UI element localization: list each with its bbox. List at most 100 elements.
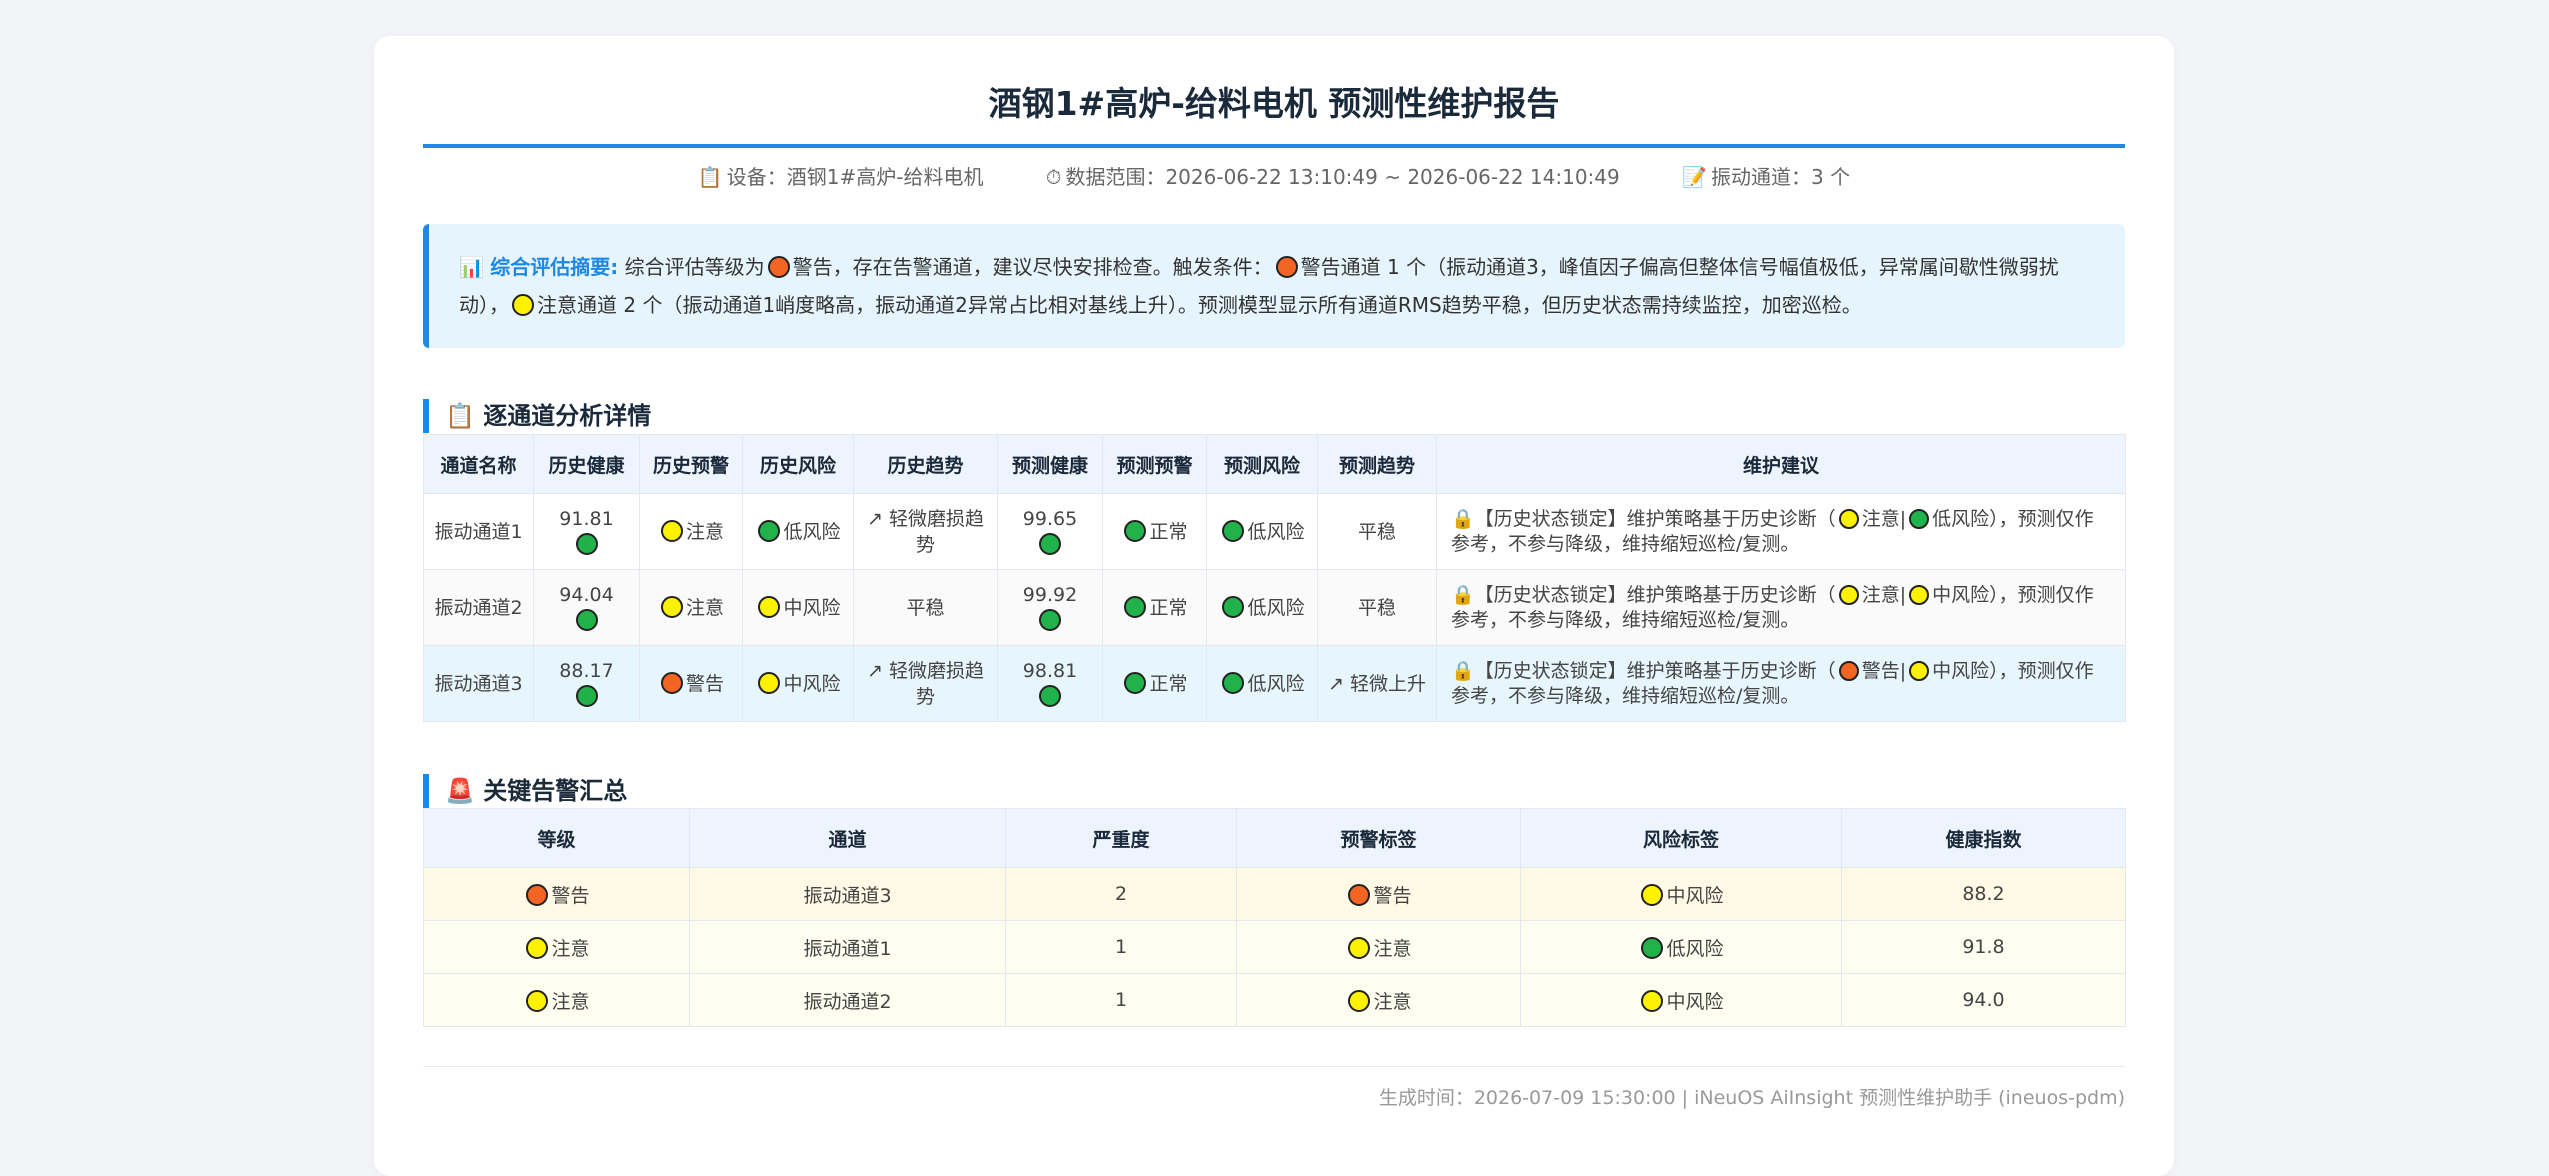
sugg-text-b: 注意| bbox=[1861, 507, 1907, 530]
pred-health: 98.81 bbox=[1022, 659, 1078, 682]
medium-risk-icon bbox=[1641, 989, 1664, 1012]
maintenance-suggestion: 🔒【历史状态锁定】维护策略基于历史诊断（ 警告| 中风险），预测仅作参考，不参与降级… bbox=[1436, 645, 2126, 722]
notice-status-icon bbox=[526, 989, 549, 1012]
health-index: 94.0 bbox=[1841, 973, 2126, 1027]
channel-name: 振动通道2 bbox=[423, 569, 534, 646]
channel: 振动通道3 bbox=[689, 867, 1006, 921]
sugg-text-b: 注意| bbox=[1861, 583, 1907, 606]
table-header-row: 通道名称 历史健康 历史预警 历史风险 历史趋势 预测健康 预测预警 预测风险 … bbox=[423, 434, 2126, 494]
alert-tag-cell: 注意 bbox=[1236, 973, 1521, 1027]
channel: 振动通道1 bbox=[689, 920, 1006, 974]
report-meta: 📋 设备：酒钢1#高炉-给料电机 ⏱ 数据范围：2026-06-22 13:10:4… bbox=[423, 162, 2125, 192]
pred-risk: 低风险 bbox=[1247, 596, 1305, 619]
footer-divider bbox=[423, 1066, 2125, 1067]
notice-status-icon bbox=[1838, 508, 1859, 529]
hist-risk: 中风险 bbox=[783, 672, 841, 695]
alert-tag-cell: 警告 bbox=[1236, 867, 1521, 921]
col-header: 预测健康 bbox=[997, 434, 1103, 494]
level-cell: 警告 bbox=[423, 867, 690, 921]
pred-health-cell: 98.81 bbox=[997, 645, 1103, 722]
hist-risk-cell: 低风险 bbox=[742, 493, 854, 570]
meta-channels-text: 振动通道：3 个 bbox=[1711, 165, 1851, 189]
meta-device-text: 设备：酒钢1#高炉-给料电机 bbox=[726, 165, 984, 189]
notice-status-icon bbox=[660, 595, 683, 618]
clipboard-icon: 📋 bbox=[445, 402, 475, 430]
report-title: 酒钢1#高炉-给料电机 预测性维护报告 bbox=[988, 84, 1560, 123]
pen-note-icon: 📝 bbox=[1682, 165, 1708, 189]
severity: 1 bbox=[1005, 920, 1237, 974]
col-header: 通道 bbox=[689, 808, 1006, 868]
health-index: 91.8 bbox=[1841, 920, 2126, 974]
risk-tag-cell: 低风险 bbox=[1520, 920, 1842, 974]
hist-trend: ↗ 轻微磨损趋势 bbox=[853, 493, 998, 570]
section-title: 关键告警汇总 bbox=[483, 777, 628, 805]
normal-status-icon bbox=[575, 532, 598, 555]
risk-tag-cell: 中风险 bbox=[1520, 973, 1842, 1027]
hist-alert-cell: 警告 bbox=[639, 645, 743, 722]
summary-box: 📊 综合评估摘要: 综合评估等级为 警告，存在告警通道，建议尽快安排检查。触发条件… bbox=[423, 224, 2125, 348]
summary-label: 综合评估摘要: bbox=[490, 255, 619, 279]
notice-status-icon bbox=[526, 936, 549, 959]
pred-health-cell: 99.92 bbox=[997, 569, 1103, 646]
risk-tag: 中风险 bbox=[1666, 990, 1724, 1013]
hist-risk: 中风险 bbox=[783, 596, 841, 619]
hist-alert-cell: 注意 bbox=[639, 493, 743, 570]
risk-tag-cell: 中风险 bbox=[1520, 867, 1842, 921]
col-header: 历史预警 bbox=[639, 434, 743, 494]
summary-text-1: 综合评估等级为 bbox=[624, 255, 765, 279]
section-alert-summary: 🚨 关键告警汇总 bbox=[423, 774, 1023, 808]
level-cell: 注意 bbox=[423, 920, 690, 974]
hist-alert: 注意 bbox=[685, 596, 724, 619]
hist-health-cell: 88.17 bbox=[533, 645, 640, 722]
warning-status-icon bbox=[660, 671, 683, 694]
hist-trend: 平稳 bbox=[853, 569, 998, 646]
hist-risk-cell: 中风险 bbox=[742, 569, 854, 646]
alert-tag-cell: 注意 bbox=[1236, 920, 1521, 974]
col-header: 等级 bbox=[423, 808, 690, 868]
severity: 2 bbox=[1005, 867, 1237, 921]
col-header: 预测趋势 bbox=[1317, 434, 1437, 494]
col-header: 通道名称 bbox=[423, 434, 534, 494]
channel-name: 振动通道1 bbox=[423, 493, 534, 570]
report-footer: 生成时间：2026-07-09 15:30:00 | iNeuOS AiInsi… bbox=[1378, 1087, 2125, 1109]
level: 注意 bbox=[551, 990, 590, 1013]
pred-alert-cell: 正常 bbox=[1102, 493, 1207, 570]
health-index: 88.2 bbox=[1841, 867, 2126, 921]
notice-status-icon bbox=[660, 519, 683, 542]
pred-risk: 低风险 bbox=[1247, 520, 1305, 543]
channel: 振动通道2 bbox=[689, 973, 1006, 1027]
col-header: 维护建议 bbox=[1436, 434, 2126, 494]
pred-alert: 正常 bbox=[1149, 672, 1188, 695]
alert-tag: 注意 bbox=[1373, 937, 1412, 960]
pred-health-cell: 99.65 bbox=[997, 493, 1103, 570]
stopwatch-icon: ⏱ bbox=[1045, 165, 1062, 189]
warning-status-icon bbox=[767, 256, 790, 278]
risk-tag: 低风险 bbox=[1666, 937, 1724, 960]
pred-alert-cell: 正常 bbox=[1102, 569, 1207, 646]
table-row: 振动通道1 91.81 注意 低风险 ↗ 轻微磨损趋势 99.65 正常 低风险… bbox=[423, 493, 2126, 570]
lock-icon: 🔒 bbox=[1451, 659, 1475, 682]
meta-range: ⏱ 数据范围：2026-06-22 13:10:49 ~ 2026-06-22 1… bbox=[1046, 162, 1620, 192]
pred-trend: 平稳 bbox=[1317, 569, 1437, 646]
hist-health-cell: 94.04 bbox=[533, 569, 640, 646]
pred-alert-cell: 正常 bbox=[1102, 645, 1207, 722]
sugg-text-a: 【历史状态锁定】维护策略基于历史诊断（ bbox=[1474, 659, 1836, 682]
pred-trend: ↗ 轻微上升 bbox=[1317, 645, 1437, 722]
pred-alert: 正常 bbox=[1149, 596, 1188, 619]
notice-status-icon bbox=[1348, 936, 1371, 959]
hist-health-cell: 91.81 bbox=[533, 493, 640, 570]
bar-chart-icon: 📊 bbox=[459, 255, 484, 279]
col-header: 风险标签 bbox=[1520, 808, 1842, 868]
severity: 1 bbox=[1005, 973, 1237, 1027]
notice-status-icon bbox=[1838, 584, 1859, 605]
section-channel-details: 📋 逐通道分析详情 bbox=[423, 399, 1023, 433]
hist-risk-cell: 中风险 bbox=[742, 645, 854, 722]
normal-status-icon bbox=[1039, 532, 1061, 555]
warning-status-icon bbox=[1348, 883, 1371, 906]
level: 警告 bbox=[551, 884, 590, 907]
level-cell: 注意 bbox=[423, 973, 690, 1027]
medium-risk-icon bbox=[758, 595, 781, 618]
channel-detail-table: 通道名称 历史健康 历史预警 历史风险 历史趋势 预测健康 预测预警 预测风险 … bbox=[423, 434, 2126, 722]
col-header: 历史健康 bbox=[533, 434, 640, 494]
low-risk-icon bbox=[758, 519, 781, 542]
